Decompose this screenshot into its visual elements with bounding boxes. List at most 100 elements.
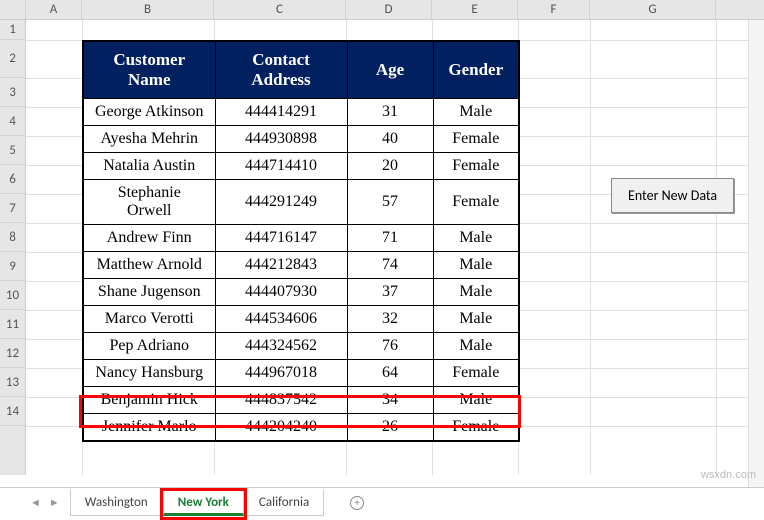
table-cell[interactable]: 71 bbox=[347, 225, 433, 252]
table-row: Matthew Arnold44421284374Male bbox=[83, 252, 519, 279]
table-cell[interactable]: Male bbox=[433, 333, 519, 360]
table-cell[interactable]: Stephanie Orwell bbox=[83, 180, 215, 225]
table-cell[interactable]: Male bbox=[433, 387, 519, 414]
table-cell[interactable]: 64 bbox=[347, 360, 433, 387]
column-header[interactable]: B bbox=[82, 0, 214, 19]
table-cell[interactable]: Natalia Austin bbox=[83, 153, 215, 180]
table-cell[interactable]: 31 bbox=[347, 99, 433, 126]
table-cell[interactable]: Female bbox=[433, 414, 519, 442]
table-cell[interactable]: Female bbox=[433, 360, 519, 387]
table-cell[interactable]: 444212843 bbox=[215, 252, 347, 279]
table-cell[interactable]: 444407930 bbox=[215, 279, 347, 306]
table-row: Benjamin Hick44483754234Male bbox=[83, 387, 519, 414]
cell-canvas[interactable]: Customer NameContact AddressAgeGender Ge… bbox=[26, 20, 764, 475]
customer-table: Customer NameContact AddressAgeGender Ge… bbox=[82, 40, 520, 442]
table-cell[interactable]: 444324562 bbox=[215, 333, 347, 360]
table-cell[interactable]: Female bbox=[433, 153, 519, 180]
watermark-text: wsxdn.com bbox=[701, 469, 756, 481]
row-header[interactable]: 1 bbox=[0, 20, 25, 40]
row-headers-column: 1234567891011121314 bbox=[0, 20, 26, 475]
chevron-right-icon: ► bbox=[49, 496, 60, 509]
row-header[interactable]: 4 bbox=[0, 107, 25, 136]
column-header[interactable]: G bbox=[590, 0, 716, 19]
table-cell[interactable]: 74 bbox=[347, 252, 433, 279]
table-row: Andrew Finn44471614771Male bbox=[83, 225, 519, 252]
table-row: Marco Verotti44453460632Male bbox=[83, 306, 519, 333]
table-cell[interactable]: Male bbox=[433, 279, 519, 306]
table-cell[interactable]: Ayesha Mehrin bbox=[83, 126, 215, 153]
table-cell[interactable]: 444967018 bbox=[215, 360, 347, 387]
table-cell[interactable]: 444291249 bbox=[215, 180, 347, 225]
table-cell[interactable]: 76 bbox=[347, 333, 433, 360]
table-cell[interactable]: Matthew Arnold bbox=[83, 252, 215, 279]
table-cell[interactable]: Benjamin Hick bbox=[83, 387, 215, 414]
enter-new-data-button[interactable]: Enter New Data bbox=[611, 178, 734, 213]
grid-body: 1234567891011121314 Customer NameContact… bbox=[0, 20, 764, 475]
row-header[interactable]: 7 bbox=[0, 194, 25, 223]
column-header[interactable]: C bbox=[214, 0, 346, 19]
column-header[interactable]: E bbox=[432, 0, 518, 19]
table-cell[interactable]: 444534606 bbox=[215, 306, 347, 333]
table-cell[interactable]: Nancy Hansburg bbox=[83, 360, 215, 387]
table-cell[interactable]: 444414291 bbox=[215, 99, 347, 126]
table-header-cell: Customer Name bbox=[83, 41, 215, 99]
table-row: Jennifer Marlo44420424026Female bbox=[83, 414, 519, 442]
table-row: Pep Adriano44432456276Male bbox=[83, 333, 519, 360]
row-header[interactable]: 6 bbox=[0, 165, 25, 194]
table-cell[interactable]: Male bbox=[433, 306, 519, 333]
table-row: Stephanie Orwell44429124957Female bbox=[83, 180, 519, 225]
row-header[interactable]: 10 bbox=[0, 281, 25, 310]
row-header[interactable]: 9 bbox=[0, 252, 25, 281]
column-header[interactable]: D bbox=[346, 0, 432, 19]
table-cell[interactable]: Female bbox=[433, 126, 519, 153]
row-header[interactable]: 13 bbox=[0, 368, 25, 397]
table-cell[interactable]: 444204240 bbox=[215, 414, 347, 442]
table-header-row: Customer NameContact AddressAgeGender bbox=[83, 41, 519, 99]
spreadsheet-area: ABCDEFG 1234567891011121314 Customer Nam… bbox=[0, 0, 764, 475]
table-cell[interactable]: 444714410 bbox=[215, 153, 347, 180]
row-header[interactable]: 3 bbox=[0, 78, 25, 107]
sheet-tab[interactable]: California bbox=[244, 490, 324, 516]
table-cell[interactable]: Andrew Finn bbox=[83, 225, 215, 252]
table-cell[interactable]: 444930898 bbox=[215, 126, 347, 153]
table-cell[interactable]: 37 bbox=[347, 279, 433, 306]
row-header[interactable]: 11 bbox=[0, 310, 25, 339]
table-cell[interactable]: Marco Verotti bbox=[83, 306, 215, 333]
table-cell[interactable]: Jennifer Marlo bbox=[83, 414, 215, 442]
table-header-cell: Gender bbox=[433, 41, 519, 99]
vertical-scrollbar[interactable] bbox=[748, 20, 764, 487]
table-cell[interactable]: Male bbox=[433, 99, 519, 126]
table-cell[interactable]: 20 bbox=[347, 153, 433, 180]
row-header[interactable]: 12 bbox=[0, 339, 25, 368]
table-header-cell: Age bbox=[347, 41, 433, 99]
row-header[interactable]: 2 bbox=[0, 40, 25, 78]
table-cell[interactable]: Female bbox=[433, 180, 519, 225]
table-cell[interactable]: 32 bbox=[347, 306, 433, 333]
add-sheet-button[interactable]: + bbox=[340, 492, 374, 514]
table-row: Nancy Hansburg44496701864Female bbox=[83, 360, 519, 387]
table-header-cell: Contact Address bbox=[215, 41, 347, 99]
tab-nav-arrows[interactable]: ◄ ► bbox=[30, 496, 60, 509]
table-cell[interactable]: Shane Jugenson bbox=[83, 279, 215, 306]
row-header[interactable]: 8 bbox=[0, 223, 25, 252]
table-cell[interactable]: 26 bbox=[347, 414, 433, 442]
table-cell[interactable]: 444716147 bbox=[215, 225, 347, 252]
table-row: George Atkinson44441429131Male bbox=[83, 99, 519, 126]
table-cell[interactable]: Pep Adriano bbox=[83, 333, 215, 360]
table-row: Ayesha Mehrin44493089840Female bbox=[83, 126, 519, 153]
table-cell[interactable]: Male bbox=[433, 252, 519, 279]
table-cell[interactable]: 57 bbox=[347, 180, 433, 225]
table-cell[interactable]: Male bbox=[433, 225, 519, 252]
table-row: Shane Jugenson44440793037Male bbox=[83, 279, 519, 306]
table-cell[interactable]: George Atkinson bbox=[83, 99, 215, 126]
select-all-corner[interactable] bbox=[0, 0, 26, 19]
row-header[interactable]: 5 bbox=[0, 136, 25, 165]
column-header[interactable]: A bbox=[26, 0, 82, 19]
row-header[interactable]: 14 bbox=[0, 397, 25, 426]
table-cell[interactable]: 34 bbox=[347, 387, 433, 414]
sheet-tab[interactable]: New York bbox=[163, 490, 244, 516]
table-cell[interactable]: 40 bbox=[347, 126, 433, 153]
table-cell[interactable]: 444837542 bbox=[215, 387, 347, 414]
column-header[interactable]: F bbox=[518, 0, 590, 19]
sheet-tab[interactable]: Washington bbox=[70, 490, 163, 516]
